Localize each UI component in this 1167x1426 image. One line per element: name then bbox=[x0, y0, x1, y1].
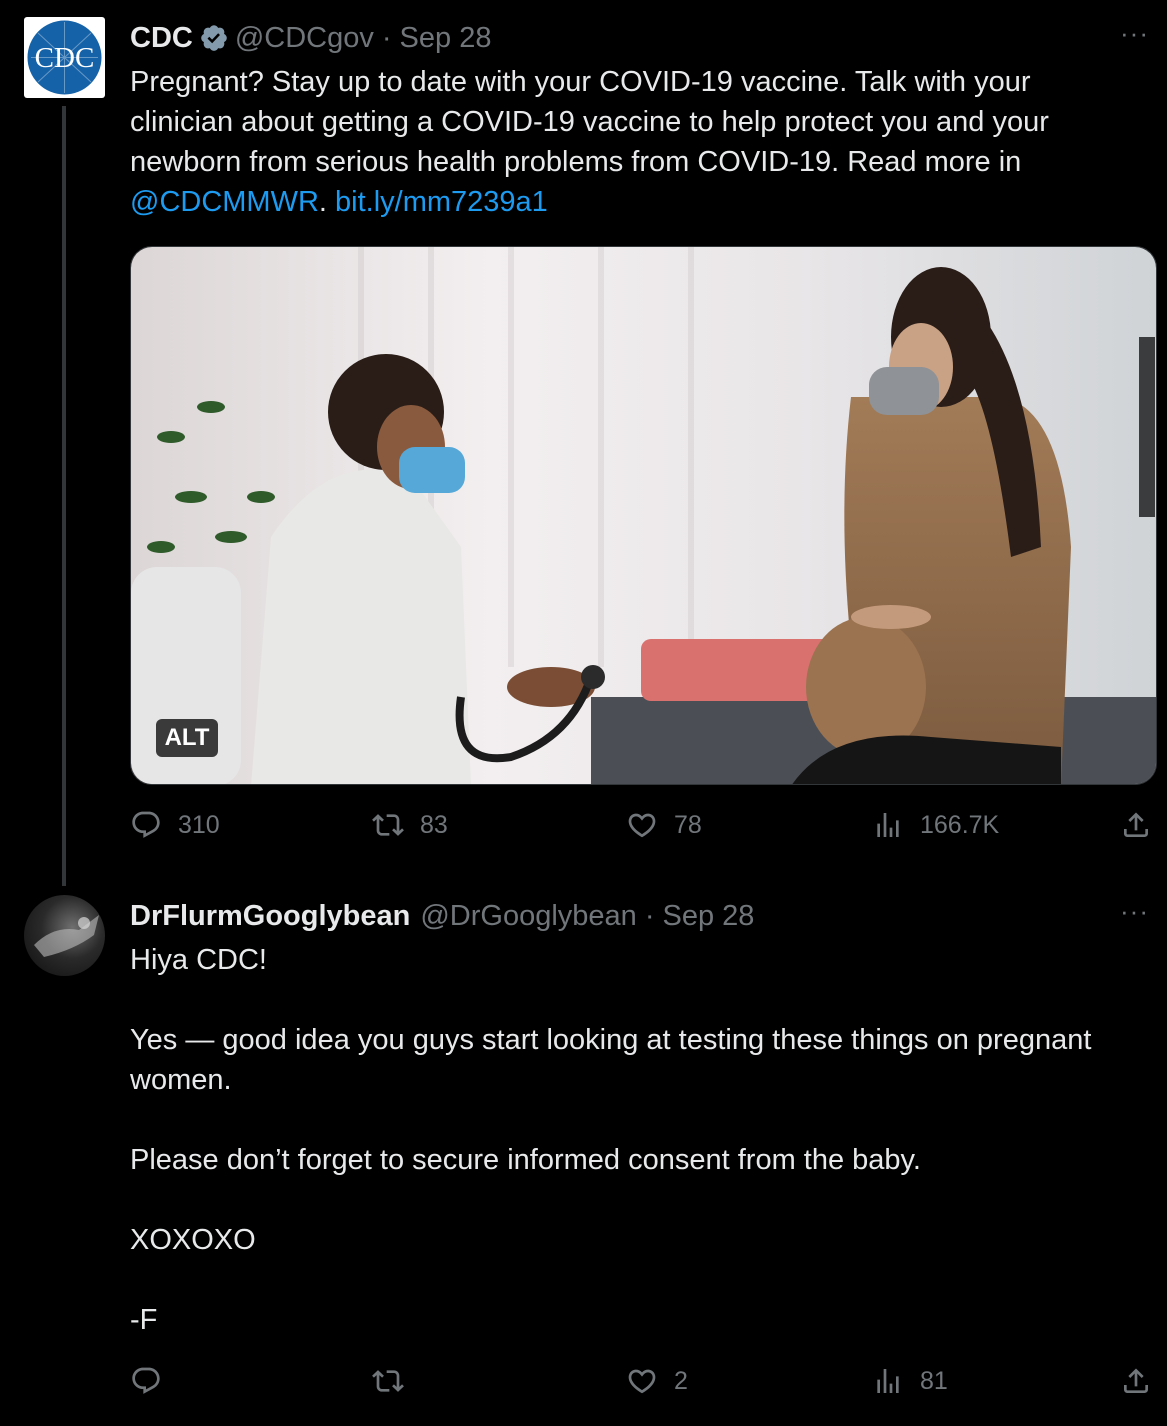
views-count: 166.7K bbox=[920, 810, 1000, 839]
like-icon bbox=[628, 1369, 656, 1394]
author-name[interactable]: DrFlurmGooglybean bbox=[130, 900, 410, 933]
reply-button[interactable] bbox=[130, 1365, 178, 1397]
tweet-header: CDC @CDCgov · Sep 28 bbox=[130, 16, 491, 60]
tweet-actions: 2 81 bbox=[130, 1365, 1160, 1405]
views-button[interactable]: 166.7K bbox=[872, 809, 999, 841]
url-link[interactable]: bit.ly/mm7239a1 bbox=[327, 186, 548, 218]
retweet-button[interactable] bbox=[372, 1365, 420, 1397]
tweet-actions: 310 83 78 166.7K bbox=[130, 809, 1160, 849]
mention-link[interactable]: @CDCMMWR bbox=[130, 186, 319, 218]
retweet-icon bbox=[372, 814, 404, 836]
more-icon[interactable]: ··· bbox=[1120, 898, 1149, 924]
separator-dot: · bbox=[381, 21, 392, 54]
tweet-text-period: . bbox=[318, 186, 327, 218]
tweet-header: DrFlurmGooglybean @DrGooglybean · Sep 28 bbox=[130, 894, 754, 938]
retweet-button[interactable]: 83 bbox=[372, 809, 448, 841]
views-count: 81 bbox=[920, 1366, 948, 1395]
tweet-text: Hiya CDC! Yes — good idea you guys start… bbox=[130, 944, 1092, 1336]
retweet-count: 83 bbox=[420, 810, 448, 839]
reply-count: 310 bbox=[178, 810, 220, 839]
share-icon bbox=[1124, 1368, 1148, 1393]
verified-badge-icon bbox=[199, 23, 229, 53]
photo-doctor-pregnant-patient bbox=[131, 247, 1156, 784]
like-icon bbox=[628, 813, 656, 838]
tweet-date[interactable]: Sep 28 bbox=[662, 900, 754, 933]
views-icon bbox=[877, 813, 899, 837]
author-name[interactable]: CDC bbox=[130, 22, 193, 55]
avatar-image bbox=[34, 915, 99, 957]
more-icon[interactable]: ··· bbox=[1120, 20, 1149, 46]
retweet-icon bbox=[372, 1370, 404, 1392]
share-button[interactable] bbox=[1120, 1365, 1167, 1397]
reply-icon bbox=[132, 1367, 160, 1394]
cdc-avatar[interactable]: CDC bbox=[24, 17, 105, 98]
thread-line bbox=[62, 106, 66, 886]
like-count: 2 bbox=[674, 1366, 688, 1395]
author-handle[interactable]: @CDCgov bbox=[235, 22, 374, 55]
views-icon bbox=[877, 1369, 899, 1393]
cdc-logo-icon: CDC bbox=[27, 20, 102, 95]
reply-button[interactable]: 310 bbox=[130, 809, 220, 841]
like-count: 78 bbox=[674, 810, 702, 839]
tweet-text: Pregnant? Stay up to date with your COVI… bbox=[130, 62, 1137, 222]
share-button[interactable] bbox=[1120, 809, 1167, 841]
tweet-image[interactable] bbox=[130, 246, 1157, 785]
alt-badge[interactable]: ALT bbox=[156, 719, 218, 757]
share-icon bbox=[1124, 812, 1148, 837]
author-handle[interactable]: @DrGooglybean bbox=[420, 900, 636, 933]
views-button[interactable]: 81 bbox=[872, 1365, 948, 1397]
tweet-date[interactable]: Sep 28 bbox=[400, 22, 492, 55]
like-button[interactable]: 78 bbox=[626, 809, 702, 841]
like-button[interactable]: 2 bbox=[626, 1365, 688, 1397]
reply-icon bbox=[132, 811, 160, 838]
user-avatar[interactable] bbox=[24, 895, 105, 976]
svg-text:CDC: CDC bbox=[35, 42, 95, 74]
separator-dot: · bbox=[644, 899, 655, 932]
tweet-text-body: Pregnant? Stay up to date with your COVI… bbox=[130, 66, 1057, 178]
